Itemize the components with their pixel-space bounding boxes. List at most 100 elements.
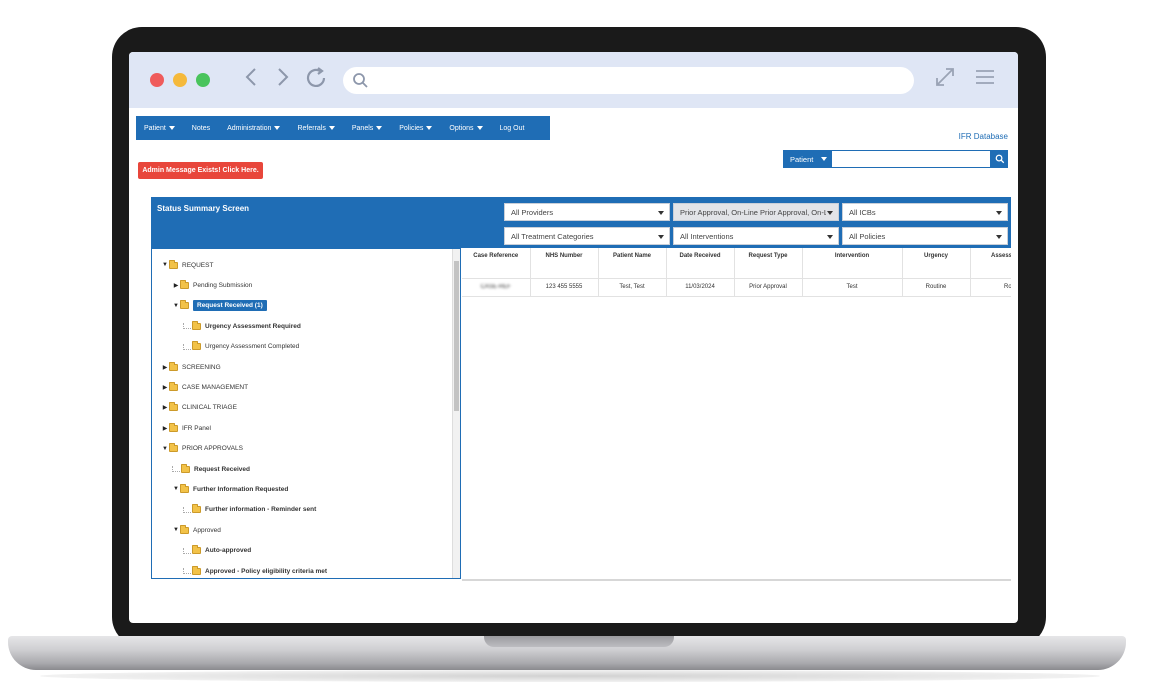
tree-node[interactable]: ▼ Further Information Requested [172, 483, 288, 495]
admin-message-button[interactable]: Admin Message Exists! Click Here. [138, 162, 263, 179]
search-icon [995, 154, 1004, 164]
table-cell: CASE-REF [462, 278, 531, 297]
patient-search-button[interactable] [991, 150, 1008, 168]
chevron-down-icon [168, 126, 175, 130]
table-cell: Routi [970, 278, 1011, 297]
chevron-down-icon [376, 126, 383, 130]
tree-node[interactable]: ▼ Approved [172, 524, 221, 536]
expand-toggle-icon[interactable]: ▶ [172, 282, 180, 289]
collapse-toggle-icon[interactable]: ▼ [172, 486, 180, 492]
tree-node[interactable]: ▼ Request Received (1) [172, 300, 267, 312]
nav-item-panels[interactable]: Panels [352, 125, 383, 132]
tree-scrollbar-thumb[interactable] [454, 261, 459, 411]
chevron-down-icon [328, 126, 335, 130]
back-icon[interactable] [245, 66, 257, 94]
column-header[interactable]: Intervention [802, 248, 903, 279]
folder-icon [192, 504, 201, 514]
tree-node[interactable]: ▼ PRIOR APPROVALS [161, 443, 243, 455]
reload-icon[interactable] [304, 66, 328, 97]
tree-node[interactable]: Request Received [172, 463, 250, 475]
column-header[interactable]: Assess Urgen [970, 248, 1011, 279]
tree-node[interactable]: ▼ REQUEST [161, 259, 213, 271]
nav-item-policies[interactable]: Policies [399, 125, 433, 132]
table-cell: Test [802, 278, 903, 297]
column-header[interactable]: Request Type [734, 248, 803, 279]
folder-icon [192, 545, 201, 555]
fullscreen-icon[interactable] [934, 66, 956, 93]
chevron-down-icon [476, 126, 483, 130]
tree-node[interactable]: ▶ SCREENING [161, 361, 221, 373]
minimize-window-button[interactable] [173, 73, 187, 87]
tree-node[interactable]: ▶ CLINICAL TRIAGE [161, 402, 237, 414]
tree-node[interactable]: Urgency Assessment Required [183, 320, 301, 332]
folder-icon [180, 300, 189, 310]
nav-item-options[interactable]: Options [449, 125, 483, 132]
tree-node[interactable]: Approved - Policy eligibility criteria m… [183, 565, 327, 577]
table-row[interactable]: CASE-REF 123 455 5555 Test, Test 11/03/2024… [462, 278, 1011, 297]
folder-icon [169, 443, 178, 453]
tree-connector [183, 568, 191, 574]
table-cell: Prior Approval [734, 278, 803, 297]
tree-node[interactable]: Further information - Reminder sent [183, 504, 316, 516]
maximize-window-button[interactable] [196, 73, 210, 87]
table-cell: Routine [902, 278, 971, 297]
collapse-toggle-icon[interactable]: ▼ [161, 262, 169, 268]
column-header[interactable]: Patient Name [598, 248, 667, 279]
nav-item-administration[interactable]: Administration [227, 125, 281, 132]
collapse-toggle-icon[interactable]: ▼ [161, 446, 169, 452]
main-navigation: Patient Notes Administration Referrals Panel… [136, 116, 550, 140]
folder-icon [169, 361, 178, 371]
tree-node[interactable]: Auto-approved [183, 545, 251, 557]
tree-connector [183, 343, 191, 350]
interventions-filter[interactable]: All Interventions [673, 227, 839, 245]
laptop-notch [484, 636, 674, 647]
patient-search-type-select[interactable]: Patient [783, 150, 831, 168]
address-bar[interactable] [343, 67, 914, 94]
icbs-filter[interactable]: All ICBs [842, 203, 1008, 221]
policies-filter[interactable]: All Policies [842, 227, 1008, 245]
providers-filter[interactable]: All Providers [504, 203, 670, 221]
tree-connector [183, 323, 191, 330]
forward-icon[interactable] [277, 66, 289, 94]
expand-toggle-icon[interactable]: ▶ [161, 425, 169, 432]
treatment-categories-filter[interactable]: All Treatment Categories [504, 227, 670, 245]
results-table: Case Reference NHS Number Patient Name Date… [462, 248, 1011, 297]
folder-icon [180, 483, 189, 493]
collapse-toggle-icon[interactable]: ▼ [172, 303, 180, 309]
laptop-screen: Patient Notes Administration Referrals Panel… [129, 52, 1018, 623]
column-header[interactable]: Urgency [902, 248, 971, 279]
expand-toggle-icon[interactable]: ▶ [161, 364, 169, 371]
status-summary-header: Status Summary Screen All Providers Prio… [151, 197, 1011, 248]
request-type-filter[interactable]: Prior Approval, On-Line Prior Approval, … [673, 203, 839, 221]
tree-node[interactable]: ▶ Pending Submission [172, 279, 252, 291]
table-cell: Test, Test [598, 278, 667, 297]
nav-item-referrals[interactable]: Referrals [297, 125, 335, 132]
nav-item-patient[interactable]: Patient [144, 125, 175, 132]
nav-item-log-out[interactable]: Log Out [500, 125, 525, 132]
chevron-down-icon [274, 126, 281, 130]
folder-icon [169, 259, 178, 269]
tree-connector [183, 547, 191, 554]
folder-icon [192, 565, 201, 575]
close-window-button[interactable] [150, 73, 164, 87]
grid-bottom-border [462, 579, 1011, 581]
folder-icon [169, 402, 178, 412]
status-tree: ▼ REQUEST ▶ Pending Submission ▼ Request Rece… [151, 248, 461, 579]
tree-scrollbar[interactable] [452, 249, 460, 578]
tree-connector [183, 506, 191, 513]
folder-icon [192, 320, 201, 330]
tree-node[interactable]: Urgency Assessment Completed [183, 341, 299, 353]
patient-search-input[interactable] [831, 150, 991, 168]
expand-toggle-icon[interactable]: ▶ [161, 384, 169, 391]
hamburger-menu-icon[interactable] [974, 66, 996, 93]
column-header[interactable]: Case Reference [462, 248, 531, 279]
folder-icon [192, 341, 201, 351]
expand-toggle-icon[interactable]: ▶ [161, 404, 169, 411]
column-header[interactable]: Date Received [666, 248, 735, 279]
column-header[interactable]: NHS Number [530, 248, 599, 279]
collapse-toggle-icon[interactable]: ▼ [172, 527, 180, 533]
tree-node[interactable]: ▶ IFR Panel [161, 422, 211, 434]
tree-node[interactable]: ▶ CASE MANAGEMENT [161, 381, 248, 393]
nav-item-notes[interactable]: Notes [192, 125, 210, 132]
folder-icon [169, 422, 178, 432]
